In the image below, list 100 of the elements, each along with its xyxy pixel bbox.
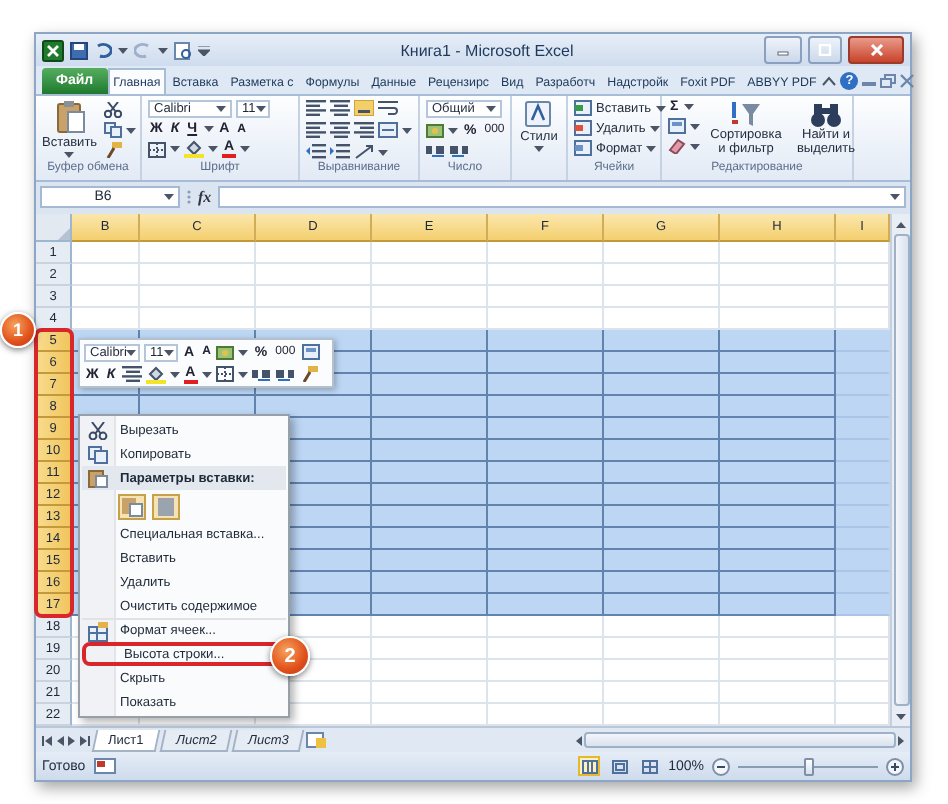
print-preview-icon[interactable]: [174, 41, 192, 59]
increase-decimal-icon[interactable]: [426, 142, 446, 158]
align-middle-icon[interactable]: [330, 100, 350, 116]
undo-icon[interactable]: [94, 42, 112, 58]
currency-icon[interactable]: [216, 344, 235, 360]
decrease-decimal-icon[interactable]: [275, 366, 296, 382]
last-sheet-icon[interactable]: [80, 735, 90, 745]
table-cell: [372, 638, 488, 660]
fill-color-icon[interactable]: [145, 365, 166, 383]
scroll-down-icon[interactable]: [896, 713, 906, 719]
paste-option-icon[interactable]: [118, 493, 146, 519]
close-button[interactable]: [848, 36, 904, 64]
horizontal-scrollbar[interactable]: [576, 731, 904, 749]
caret-icon[interactable]: [690, 143, 700, 149]
caret-icon: [64, 152, 75, 158]
align-left-icon[interactable]: [306, 122, 326, 138]
caret-icon[interactable]: [448, 127, 458, 133]
align-bottom-icon[interactable]: [354, 100, 374, 116]
scroll-up-icon[interactable]: [896, 221, 906, 227]
caret-icon[interactable]: [690, 123, 700, 129]
close-icon[interactable]: [900, 74, 915, 88]
border-icon[interactable]: [148, 141, 166, 157]
collapse-ribbon-icon[interactable]: [822, 76, 837, 86]
table-cell: [720, 242, 836, 264]
eraser-icon[interactable]: [668, 138, 686, 154]
copy-icon[interactable]: [103, 122, 122, 138]
sort-filter-icon: [730, 100, 762, 128]
new-sheet-icon[interactable]: [306, 732, 327, 748]
view-button[interactable]: [578, 756, 601, 776]
customize-caret-icon[interactable]: [198, 45, 210, 55]
table-cell: [488, 638, 604, 660]
wrap-text-icon[interactable]: [378, 100, 398, 116]
increase-decimal-icon[interactable]: [251, 366, 272, 382]
merge-cells-icon[interactable]: [301, 344, 320, 360]
fill-color-icon[interactable]: [184, 140, 204, 158]
view-button[interactable]: [638, 756, 661, 776]
caret-icon: [655, 105, 666, 111]
vertical-scrollbar[interactable]: [890, 214, 910, 726]
formula-field[interactable]: [217, 186, 906, 208]
step-badge: 1: [0, 312, 36, 348]
decrease-indent-icon[interactable]: [306, 144, 326, 160]
caret-icon[interactable]: [402, 127, 412, 133]
next-sheet-icon[interactable]: [68, 735, 76, 745]
table-cell: [372, 660, 488, 682]
table-cell: [720, 638, 836, 660]
border-icon[interactable]: [215, 366, 234, 382]
table-cell: [372, 286, 488, 308]
caret-icon[interactable]: [684, 104, 695, 110]
caret-icon[interactable]: [125, 127, 136, 133]
caret-icon: [486, 106, 496, 112]
increase-indent-icon[interactable]: [330, 144, 350, 160]
caret-icon: [216, 106, 226, 112]
decrease-decimal-icon[interactable]: [450, 142, 470, 158]
table-cell: [604, 594, 720, 616]
binoculars-icon: [810, 100, 842, 128]
format-cells-icon: [88, 621, 108, 641]
caret-icon[interactable]: [118, 47, 128, 53]
table-cell: [488, 660, 604, 682]
merge-cells-icon[interactable]: [378, 122, 398, 138]
maximize-button[interactable]: [808, 36, 842, 64]
format-cells-icon: [574, 140, 592, 156]
restore-icon[interactable]: [880, 74, 897, 88]
view-button[interactable]: [608, 756, 631, 776]
record-macro-icon[interactable]: [93, 758, 116, 774]
fill-down-icon[interactable]: [668, 118, 686, 134]
caret-icon[interactable]: [203, 126, 214, 132]
format-painter-icon[interactable]: [103, 142, 122, 158]
delete-cells-icon: [574, 120, 592, 136]
table-cell: [72, 286, 140, 308]
align-center-icon[interactable]: [330, 122, 350, 138]
caret-icon: [890, 194, 900, 200]
align-right-icon[interactable]: [354, 122, 374, 138]
save-icon[interactable]: [70, 41, 88, 59]
zoom-out-icon[interactable]: [712, 757, 730, 775]
table-cell: [372, 616, 488, 638]
caret-icon[interactable]: [208, 146, 218, 152]
insert-function-button[interactable]: fx: [198, 188, 212, 206]
caret-icon[interactable]: [158, 47, 168, 53]
page-layout-icon: [611, 759, 628, 773]
currency-icon[interactable]: [426, 122, 444, 138]
format-painter-icon[interactable]: [299, 366, 318, 382]
caret-icon[interactable]: [378, 149, 388, 155]
table-cell: [720, 660, 836, 682]
table-cell: [488, 616, 604, 638]
table-cell: [604, 660, 720, 682]
align-center-icon[interactable]: [121, 366, 142, 382]
zoom-in-icon[interactable]: [886, 757, 904, 775]
table-cell: [72, 264, 140, 286]
previous-sheet-icon[interactable]: [56, 735, 64, 745]
scissors-icon: [88, 421, 108, 439]
normal-view-icon: [581, 759, 598, 773]
align-top-icon[interactable]: [306, 100, 326, 116]
scissors-icon[interactable]: [103, 102, 122, 118]
table-cell: [604, 682, 720, 704]
caret-icon: [255, 106, 266, 112]
caret-icon: [649, 125, 660, 131]
orientation-icon[interactable]: [354, 144, 374, 160]
caret-icon[interactable]: [240, 146, 251, 152]
caret-icon[interactable]: [170, 146, 180, 152]
first-sheet-icon[interactable]: [42, 735, 52, 745]
